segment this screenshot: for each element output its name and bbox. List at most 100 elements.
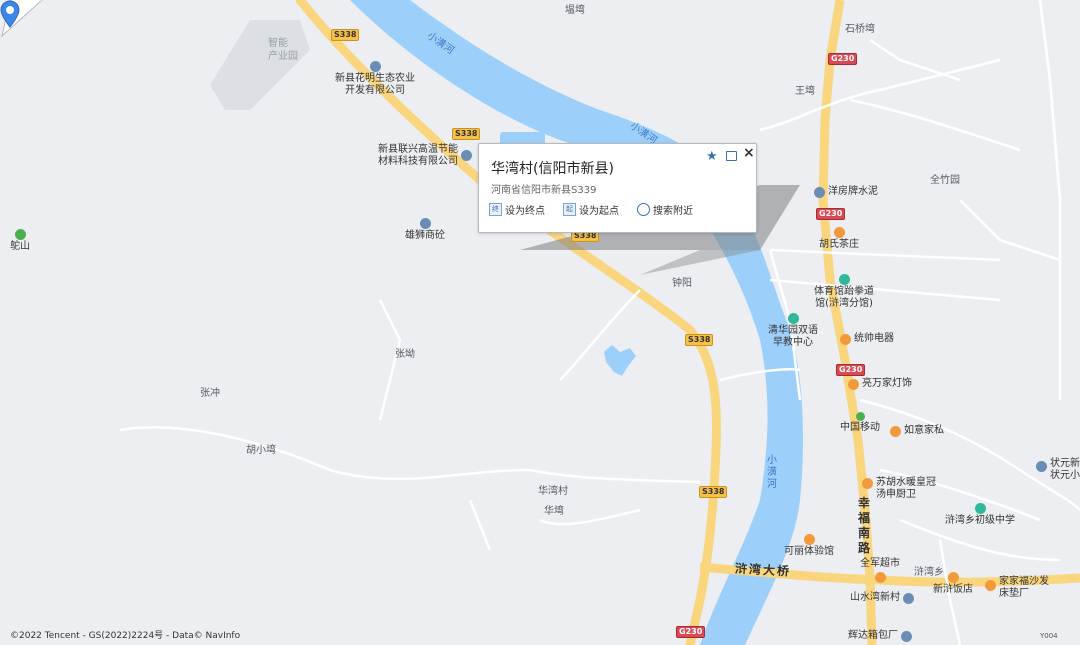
minor-roads: [119, 0, 1080, 645]
pin-icon: [901, 631, 912, 642]
label-zhongyang: 钟阳: [672, 278, 692, 289]
poi-shanshuiwan[interactable]: 山水湾新村: [850, 592, 914, 604]
label-huawan: 华塆: [544, 506, 564, 517]
set-origin-button[interactable]: 起 设为起点: [563, 202, 619, 217]
poi-label: 辉达箱包厂: [848, 630, 898, 641]
poi-label: 胡氏茶庄: [819, 239, 859, 250]
poi-label: 可丽体验馆: [784, 546, 834, 557]
pond-2: [604, 345, 636, 376]
poi-ruyi[interactable]: 如意家私: [890, 425, 944, 437]
map-copyright: ©2022 Tencent - GS(2022)2224号 - Data© Na…: [10, 631, 241, 641]
pin-icon: [814, 187, 825, 198]
share-icon[interactable]: [726, 151, 737, 161]
shop-icon: [848, 379, 859, 390]
poi-huaming-agri[interactable]: 新县花明生态农业 开发有限公司: [335, 60, 415, 97]
label-xingfu-road: 幸福南路: [858, 496, 873, 555]
label-huxiaowan: 胡小塆: [246, 445, 276, 456]
poi-label: 馆(浒湾分馆): [815, 298, 873, 309]
map-base-layer: [119, 0, 1080, 645]
poi-yangfang-cement[interactable]: 洋房牌水泥: [814, 186, 878, 198]
poi-label: 开发有限公司: [345, 85, 405, 96]
poi-xiongshi[interactable]: 雄狮商砼: [405, 217, 445, 242]
shield-g230: G230: [676, 626, 706, 638]
poi-qinghuayuan[interactable]: 清华园双语 早教中心: [768, 312, 818, 349]
search-nearby-button[interactable]: 搜索附近: [637, 202, 693, 217]
search-nearby-label: 搜索附近: [653, 206, 693, 217]
poi-label: 汤申厨卫: [876, 489, 916, 500]
label-zhangchong: 张冲: [200, 388, 220, 399]
label-shiqiaowan: 石桥塆: [845, 24, 875, 35]
restaurant-icon: [947, 572, 959, 583]
poi-label: 雄狮商砼: [405, 230, 445, 241]
poi-label: 浒湾乡初级中学: [945, 515, 1015, 526]
poi-label: 家家福沙发: [999, 576, 1049, 587]
industrial-area: [210, 20, 310, 110]
pin-icon: [369, 61, 381, 72]
set-destination-label: 设为终点: [505, 206, 545, 217]
poi-label: 新浒饭店: [933, 584, 973, 595]
poi-jiajiafu[interactable]: 家家福沙发 床垫厂: [985, 576, 1049, 600]
label-zhineng: 智能: [268, 38, 288, 49]
label-tangwan: 塭塆: [565, 5, 585, 16]
poi-tuoshan[interactable]: 鸵山: [10, 228, 30, 253]
poi-tongshuai[interactable]: 统帅电器: [840, 333, 894, 345]
mobile-icon: [855, 412, 865, 421]
shop-icon: [874, 572, 886, 583]
poi-hushi-tea[interactable]: 胡氏茶庄: [819, 226, 859, 251]
poi-zhuangyuan[interactable]: 状元新 状元小: [1036, 458, 1080, 482]
poi-label: 早教中心: [773, 337, 813, 348]
place-address: 河南省信阳市新县S339: [491, 185, 597, 196]
poi-label: 新县花明生态农业: [335, 73, 415, 84]
startpoint-icon: 起: [563, 203, 576, 216]
poi-label: 材料科技有限公司: [378, 156, 458, 167]
shield-s338: S338: [331, 29, 360, 41]
poi-suhu[interactable]: 苏胡水暖皇冠 汤申厨卫: [862, 477, 936, 501]
poi-liangwanjia[interactable]: 亮万家灯饰: [848, 378, 912, 390]
poi-label: 床垫厂: [999, 588, 1029, 599]
shield-s338: S338: [452, 128, 481, 140]
location-pin-icon[interactable]: [0, 0, 20, 28]
shop-icon: [840, 334, 851, 345]
poi-label: 苏胡水暖皇冠: [876, 477, 936, 488]
poi-taekwondo[interactable]: 体育馆跆拳道 馆(浒湾分馆): [814, 273, 874, 310]
shield-s338: S338: [685, 334, 714, 346]
shop-icon: [985, 580, 996, 591]
label-huawancun: 华湾村: [538, 486, 568, 497]
label-zhangwan: 张坳: [395, 349, 415, 360]
sport-icon: [838, 274, 850, 285]
poi-lianxing-materials[interactable]: 新县联兴高温节能 材料科技有限公司: [378, 144, 472, 168]
set-origin-label: 设为起点: [579, 206, 619, 217]
school-icon: [787, 313, 799, 324]
shield-s338: S338: [699, 486, 728, 498]
map-canvas[interactable]: 智能 产业园 小潢河 小潢河 小潢河 塭塆 石桥塆 王塆 全竹园 钟阳 张坳 张…: [0, 0, 1080, 645]
residential-icon: [1036, 461, 1047, 472]
shop-icon: [803, 534, 815, 545]
poi-xuwan-middle-school[interactable]: 浒湾乡初级中学: [945, 502, 1015, 527]
label-quanzhuyuan: 全竹园: [930, 175, 960, 186]
close-icon[interactable]: ×: [743, 145, 755, 161]
poi-label: 全军超市: [860, 558, 900, 569]
poi-xinxu-restaurant[interactable]: 新浒饭店: [933, 571, 973, 596]
star-icon[interactable]: ★: [706, 149, 718, 164]
poi-label: 中国移动: [840, 422, 880, 433]
poi-huida[interactable]: 辉达箱包厂: [848, 630, 912, 642]
shop-icon: [862, 478, 873, 489]
pin-icon: [419, 218, 431, 229]
poi-quanjun-supermarket[interactable]: 全军超市: [860, 558, 900, 583]
label-wangwan: 王塆: [795, 86, 815, 97]
poi-china-mobile[interactable]: 中国移动: [840, 411, 880, 434]
poi-label: 如意家私: [904, 425, 944, 436]
poi-label: 状元新: [1050, 458, 1080, 469]
shield-g230: G230: [828, 53, 858, 65]
endpoint-icon: 终: [489, 203, 502, 216]
mountain-icon: [14, 229, 26, 240]
river-xiaohuang: [350, 0, 803, 645]
info-window: 华湾村(信阳市新县) 河南省信阳市新县S339 终 设为终点 起 设为起点 搜索…: [478, 143, 757, 233]
label-xuwan-bridge: 浒湾大桥: [734, 561, 792, 579]
label-chanyeyuan: 产业园: [268, 51, 298, 62]
poi-label: 洋房牌水泥: [828, 186, 878, 197]
corner-tag: Y004: [1040, 632, 1058, 640]
poi-keli[interactable]: 可丽体验馆: [784, 533, 834, 558]
pin-icon: [461, 150, 472, 161]
set-destination-button[interactable]: 终 设为终点: [489, 202, 545, 217]
